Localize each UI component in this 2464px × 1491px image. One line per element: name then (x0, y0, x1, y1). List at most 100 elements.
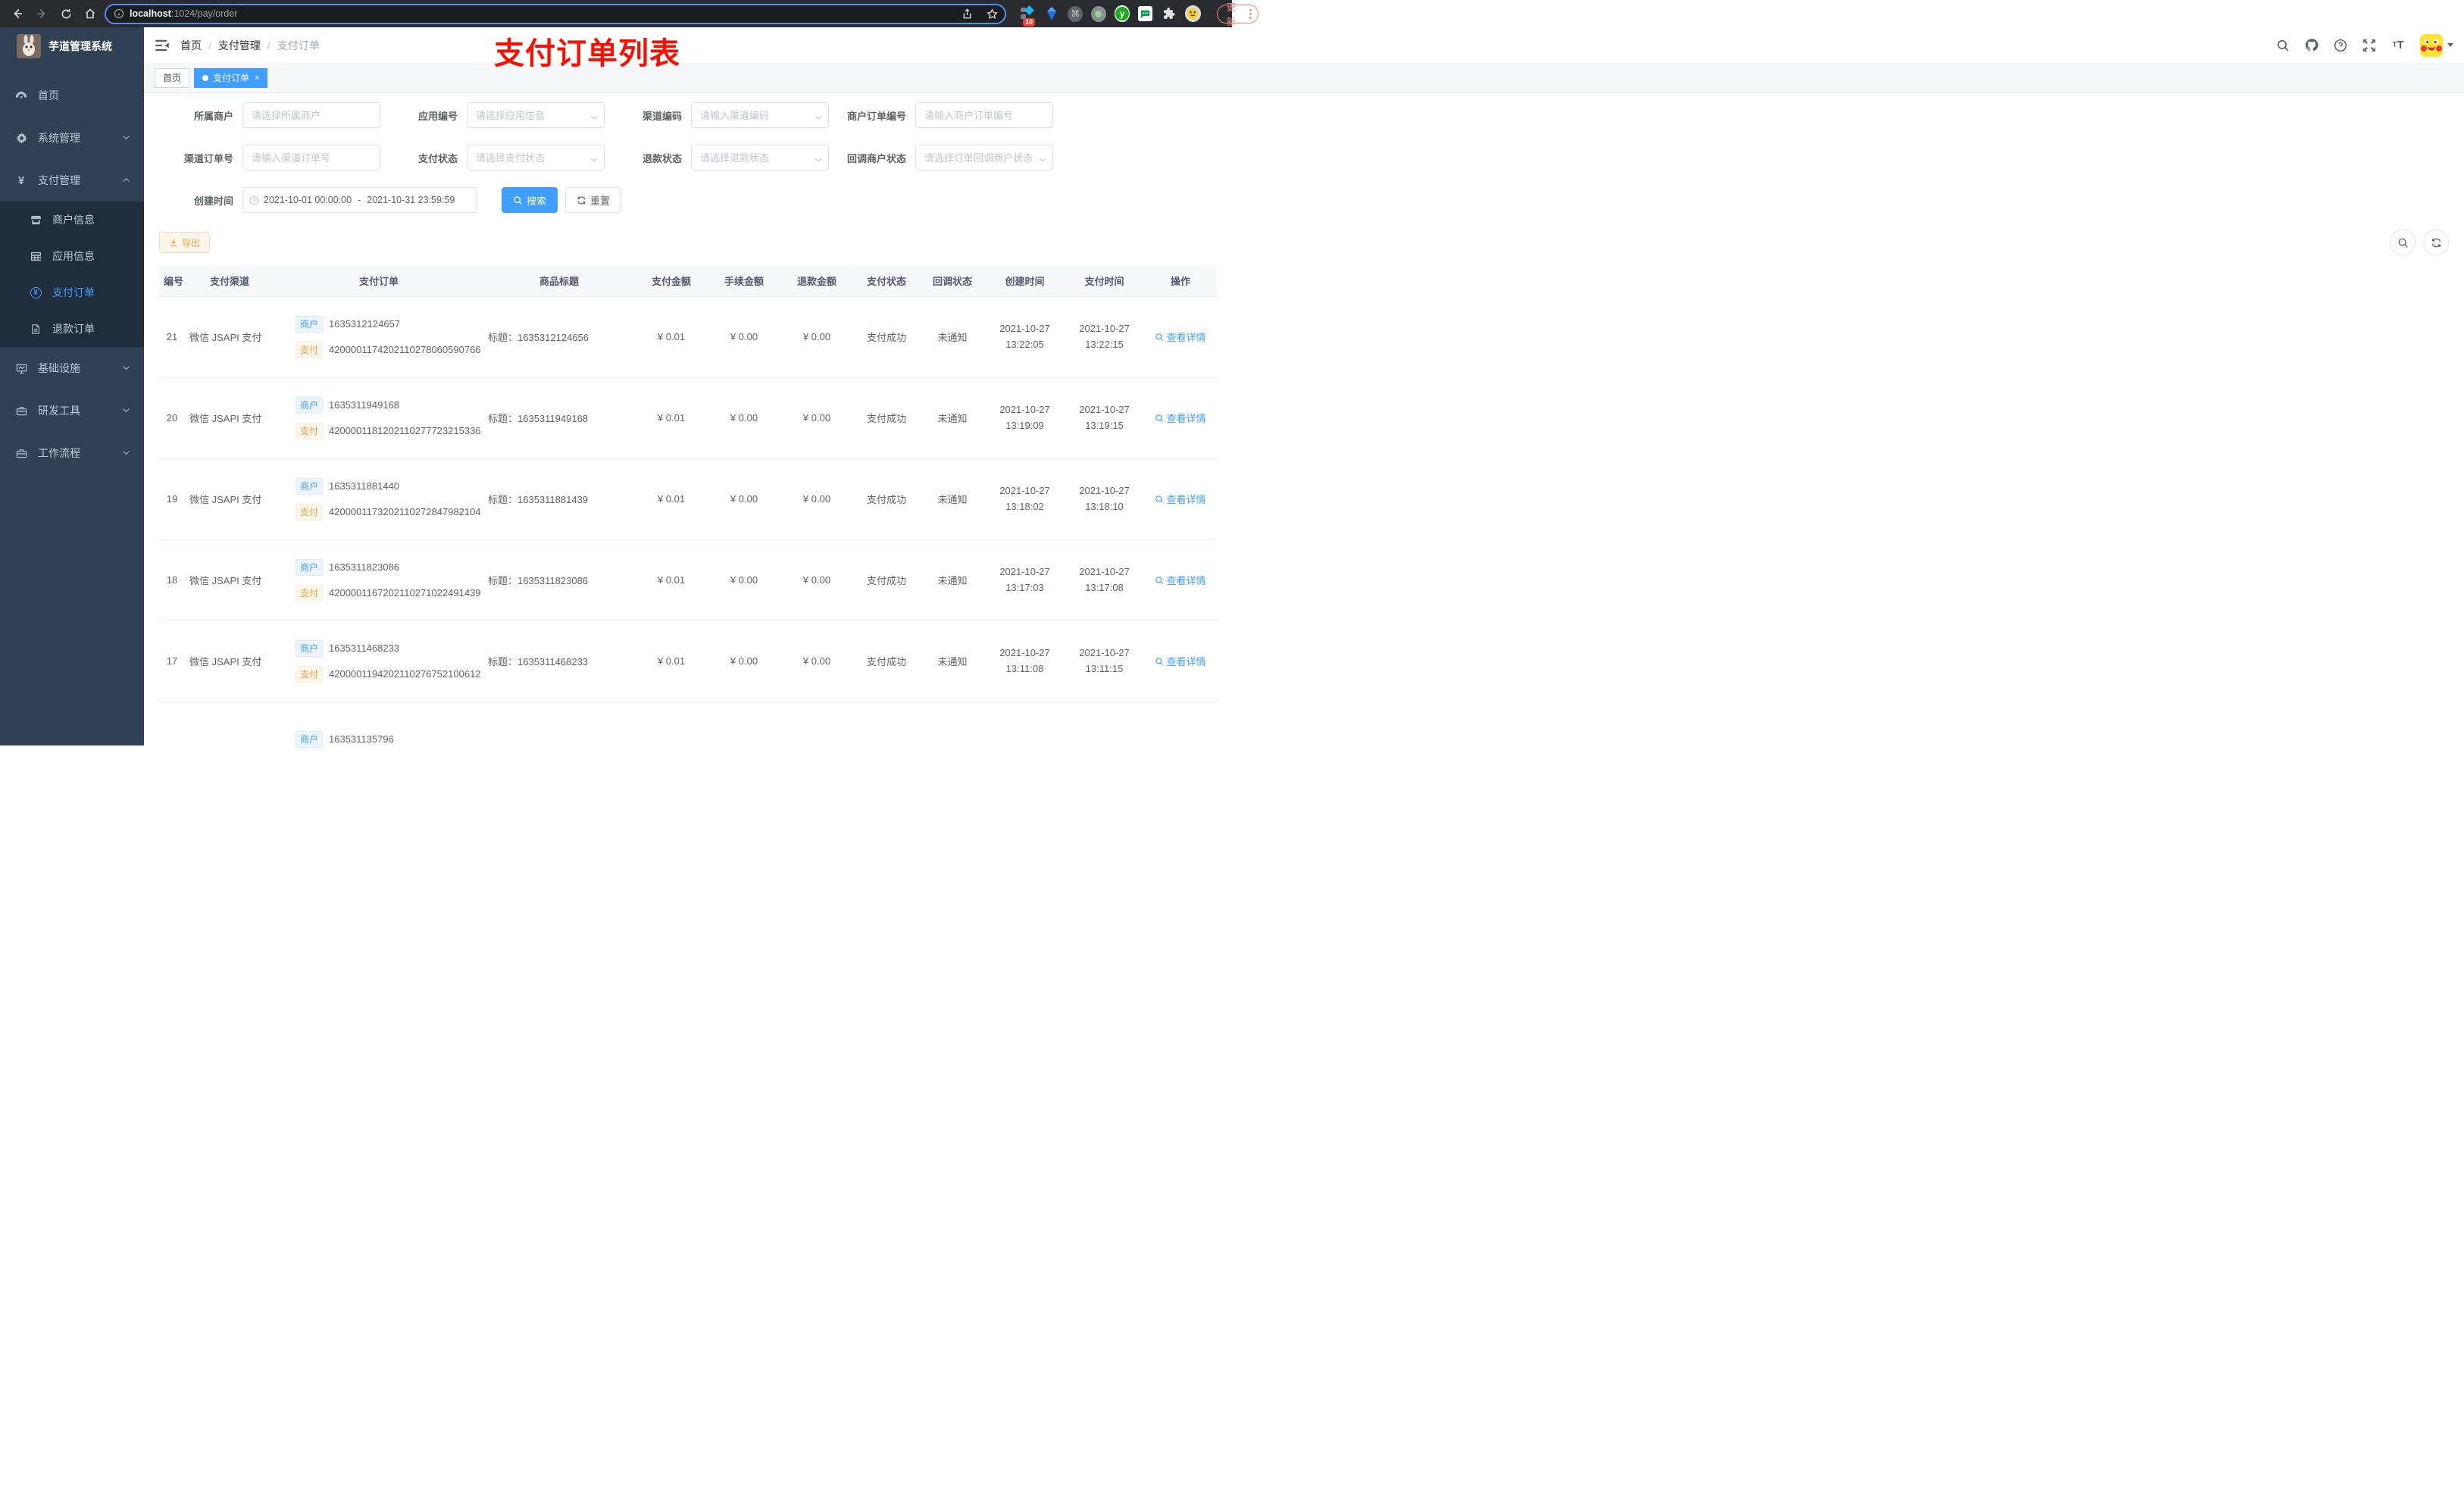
page-content: 所属商户 应用编号 渠道编码 商户订单编号 渠道订单号 (144, 93, 2464, 783)
cell-title: 标题：1635311468233 (483, 620, 635, 702)
channel-code-select[interactable] (691, 102, 829, 128)
tags-view-bar: 首页 支付订单 × (144, 63, 2464, 93)
sidebar-item-payment[interactable]: ¥ 支付管理 (0, 159, 144, 202)
sidebar-collapse-icon[interactable] (155, 38, 170, 53)
sidebar-item-system[interactable]: 系统管理 (0, 117, 144, 159)
sidebar-item-label: 支付管理 (38, 174, 80, 186)
ext-command-icon[interactable]: ⌘ (1068, 5, 1083, 22)
github-icon[interactable] (2305, 39, 2319, 52)
view-detail-link[interactable]: 查看详情 (1155, 573, 1206, 587)
avatar[interactable] (2420, 33, 2443, 57)
sidebar-item-home[interactable]: 首页 (0, 74, 144, 117)
app-select[interactable] (467, 102, 605, 128)
sidebar-item-merchant-info[interactable]: 商户信息 (0, 202, 144, 238)
ext-emoji-icon[interactable] (1184, 5, 1201, 22)
channel-order-no-input[interactable] (242, 145, 380, 170)
browser-forward-button[interactable] (32, 4, 52, 23)
gear-icon (15, 132, 27, 144)
sidebar-item-dev-tools[interactable]: 研发工具 (0, 389, 144, 432)
table-row: 19 微信 JSAPI 支付 商户 1635311881440 支付 42000… (159, 458, 1217, 540)
cell-refund: ¥ 0.00 (780, 620, 853, 702)
address-bar[interactable]: localhost:1024/pay/order (105, 3, 1006, 24)
browser-back-button[interactable] (8, 4, 27, 23)
search-button[interactable]: 搜索 (502, 187, 558, 213)
refresh-table-button[interactable] (2423, 230, 2449, 255)
ext-gem-icon[interactable] (1044, 5, 1060, 22)
search-icon[interactable] (2276, 39, 2290, 52)
breadcrumb-home[interactable]: 首页 (180, 38, 202, 53)
date-end: 2021-10-31 23:59:59 (367, 195, 455, 205)
cell-status: 支付成功 (853, 458, 920, 540)
magnifier-icon (1155, 576, 1164, 584)
monitor-chart-icon (15, 362, 27, 374)
view-detail-link[interactable]: 查看详情 (1155, 654, 1206, 668)
site-info-icon[interactable] (114, 8, 124, 19)
pay-status-select[interactable] (467, 145, 605, 170)
sidebar-item-refund-order[interactable]: 退款订单 (0, 311, 144, 347)
ext-diamond-icon[interactable]: 10 (1020, 5, 1036, 27)
breadcrumb-payment[interactable]: 支付管理 (218, 38, 261, 53)
shop-icon (30, 214, 42, 226)
browser-update-button[interactable]: 更新 (1216, 2, 1259, 27)
cell-action: 查看详情 (1144, 296, 1217, 378)
view-detail-link[interactable]: 查看详情 (1155, 330, 1206, 344)
sidebar-item-infra[interactable]: 基础设施 (0, 347, 144, 389)
merchant-tag: 商户 (295, 730, 324, 748)
merchant-order-no: 1635311881440 (329, 480, 400, 492)
browser-home-button[interactable] (80, 4, 100, 23)
cell-notify: 未通知 (920, 458, 985, 540)
merchant-tag: 商户 (295, 639, 324, 657)
bookmark-star-icon[interactable] (982, 4, 1002, 23)
view-detail-link[interactable]: 查看详情 (1155, 411, 1206, 425)
notify-status-select[interactable] (915, 145, 1053, 170)
cell-paid: 2021-10-27 13:17:08 (1065, 539, 1144, 621)
table-row: 21 微信 JSAPI 支付 商户 1635312124657 支付 42000… (159, 296, 1217, 378)
table-header-row: 编号 支付渠道 支付订单 商品标题 支付金额 手续金额 退款金额 支付状态 回调… (159, 266, 1217, 297)
magnifier-icon (1155, 414, 1164, 422)
merchant-select[interactable] (242, 102, 380, 128)
ext-y-icon[interactable]: y (1114, 5, 1130, 22)
close-tab-icon[interactable]: × (255, 73, 259, 83)
ext-dot-icon[interactable] (1091, 5, 1106, 22)
cell-paid: 2021-10-27 13:22:15 (1065, 296, 1144, 378)
clock-icon (249, 195, 259, 205)
font-size-icon[interactable]: TT (2391, 39, 2405, 52)
url-text: localhost:1024/pay/order (130, 8, 238, 19)
browser-toolbar: localhost:1024/pay/order 10 ⌘ y 更新 (0, 0, 1259, 27)
sidebar-item-app-info[interactable]: 应用信息 (0, 238, 144, 274)
fullscreen-icon[interactable] (2362, 39, 2376, 52)
create-time-range-picker[interactable]: 2021-10-01 00:00:00 - 2021-10-31 23:59:5… (242, 187, 477, 213)
reset-button[interactable]: 重置 (565, 187, 622, 213)
cell-channel: 微信 JSAPI 支付 (185, 458, 274, 540)
toggle-search-button[interactable] (2390, 230, 2416, 255)
help-icon[interactable] (2334, 39, 2347, 52)
user-menu[interactable] (2420, 33, 2453, 57)
date-start: 2021-10-01 00:00:00 (264, 195, 352, 205)
export-button[interactable]: 导出 (159, 232, 211, 253)
sidebar-item-pay-order[interactable]: ¥ 支付订单 (0, 274, 144, 311)
ext-chat-icon[interactable] (1138, 6, 1153, 21)
cell-status: 支付成功 (853, 296, 920, 378)
share-icon[interactable] (957, 4, 977, 23)
document-icon (30, 323, 42, 335)
cell-status: 支付成功 (853, 620, 920, 702)
sidebar-item-workflow[interactable]: 工作流程 (0, 432, 144, 474)
merchant-order-no: 1635311823086 (329, 561, 400, 573)
app-logo-row[interactable]: 芋道管理系统 (0, 27, 144, 65)
merchant-order-no-input[interactable] (915, 102, 1053, 128)
view-detail-link[interactable]: 查看详情 (1155, 492, 1206, 506)
browser-menu-icon[interactable] (1249, 8, 1252, 19)
sidebar-item-label: 研发工具 (38, 405, 80, 417)
cell-created: 2021-10-27 13:19:09 (985, 377, 1065, 459)
extension-badge: 10 (1023, 18, 1036, 27)
merchant-order-no: 1635311468233 (329, 642, 400, 654)
toolbox-icon (15, 405, 27, 417)
extensions-puzzle-icon[interactable] (1161, 5, 1177, 22)
cell-amount: ¥ 0.01 (635, 296, 708, 378)
search-icon (514, 195, 522, 205)
tab-home[interactable]: 首页 (155, 67, 190, 88)
cell-id: 17 (159, 620, 185, 702)
refund-status-select[interactable] (691, 145, 829, 170)
tab-pay-order[interactable]: 支付订单 × (194, 67, 268, 88)
browser-reload-button[interactable] (56, 4, 76, 23)
